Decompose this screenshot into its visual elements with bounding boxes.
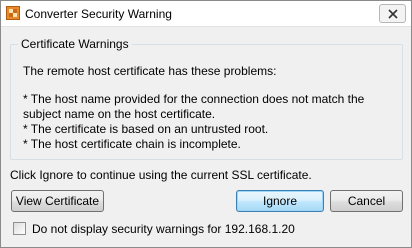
problems-intro: The remote host certificate has these pr… [23,64,277,78]
problem-line-3: * The certificate is based on an untrust… [23,122,269,136]
close-button[interactable] [379,4,406,23]
view-certificate-button[interactable]: View Certificate [11,190,104,212]
suppress-warnings-label[interactable]: Do not display security warnings for 192… [32,222,295,236]
converter-app-icon [6,6,20,20]
title-bar: Converter Security Warning [1,1,411,27]
cancel-button[interactable]: Cancel [330,190,403,212]
security-warning-dialog: Converter Security Warning Certificate W… [0,0,412,248]
problem-line-4: * The host certificate chain is incomple… [23,137,241,151]
suppress-warnings-checkbox[interactable] [13,222,26,235]
dialog-title: Converter Security Warning [25,7,172,21]
close-icon [388,9,398,19]
ignore-button[interactable]: Ignore [236,190,324,212]
problem-line-1: * The host name provided for the connect… [23,92,365,106]
problem-line-2: subject name on the host certificate. [23,107,216,121]
group-legend: Certificate Warnings [18,37,132,51]
instruction-text: Click Ignore to continue using the curre… [10,168,312,182]
